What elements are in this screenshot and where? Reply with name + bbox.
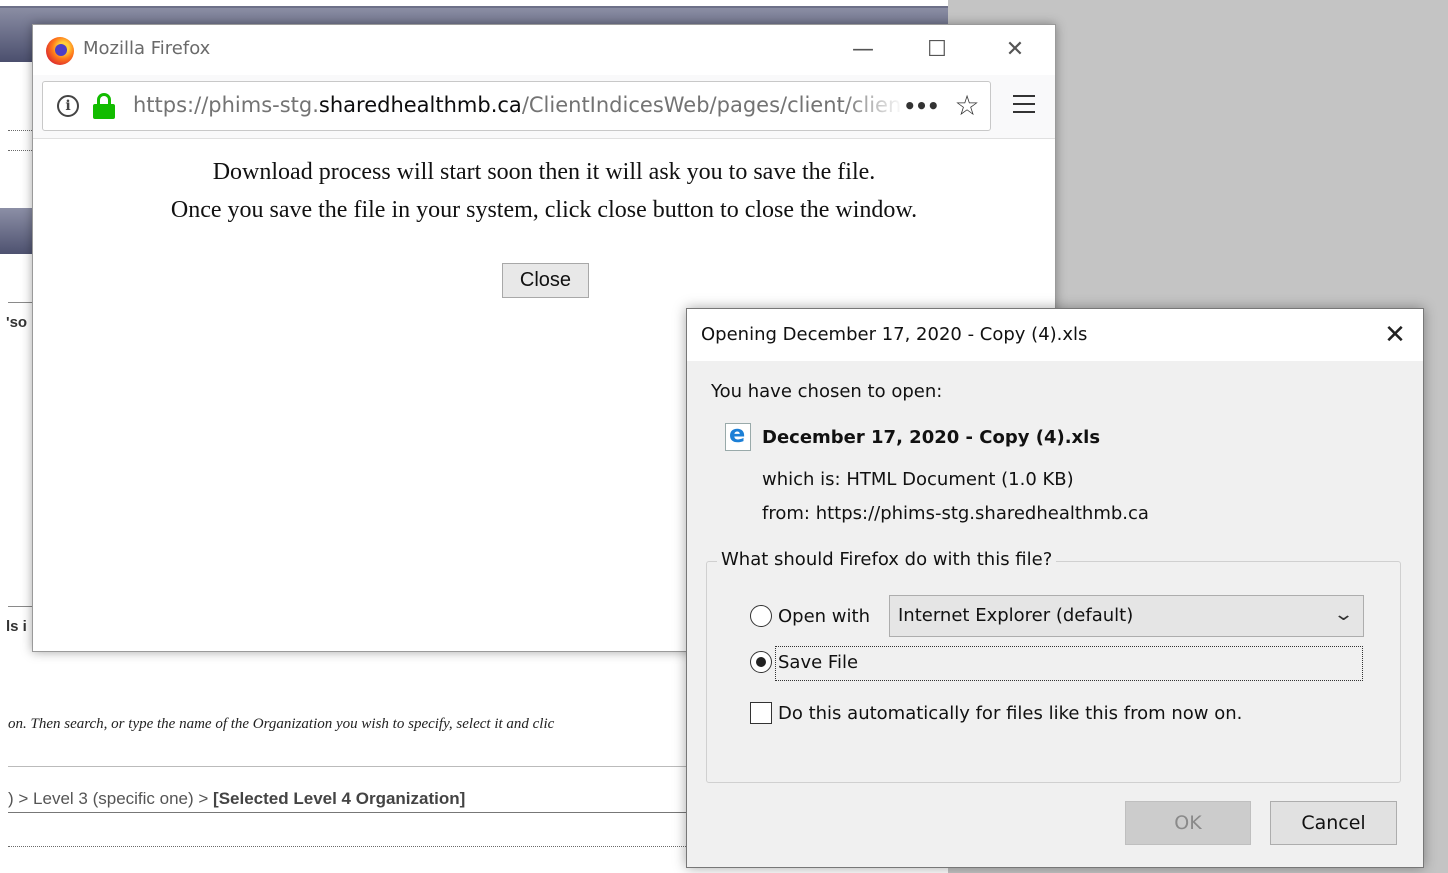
opening-file-dialog: Opening December 17, 2020 - Copy (4).xls… xyxy=(686,308,1424,868)
dialog-body: You have chosen to open: December 17, 20… xyxy=(687,361,1423,867)
open-with-label[interactable]: Open with xyxy=(778,606,870,627)
background-breadcrumb: ) > Level 3 (specific one) > [Selected L… xyxy=(8,789,688,809)
url-prefix: https://phims-stg. xyxy=(133,93,319,117)
window-title: Mozilla Firefox xyxy=(83,38,211,59)
download-message-line2: Once you save the file in your system, c… xyxy=(170,197,918,223)
breadcrumb-selected: [Selected Level 4 Organization] xyxy=(213,789,466,808)
chosen-to-open-label: You have chosen to open: xyxy=(711,381,943,402)
breadcrumb-prefix: ) > Level 3 (specific one) > xyxy=(8,789,214,808)
site-info-icon[interactable]: i xyxy=(57,95,79,117)
file-name: December 17, 2020 - Copy (4).xls xyxy=(762,427,1101,448)
background-rule xyxy=(8,812,688,813)
background-fragment-is: ls i xyxy=(6,618,27,635)
cancel-button[interactable]: Cancel xyxy=(1270,801,1397,845)
lock-icon[interactable] xyxy=(93,93,115,119)
ok-button[interactable]: OK xyxy=(1125,801,1251,845)
firefox-logo-icon xyxy=(46,37,74,65)
which-is-row: which is: HTML Document (1.0 KB) xyxy=(762,469,1074,490)
dialog-titlebar[interactable]: Opening December 17, 2020 - Copy (4).xls… xyxy=(687,309,1423,361)
url-text[interactable]: https://phims-stg.sharedhealthmb.ca/Clie… xyxy=(133,93,903,117)
firefox-titlebar[interactable]: Mozilla Firefox — ☐ ✕ xyxy=(33,25,1055,75)
which-is-value: HTML Document (1.0 KB) xyxy=(846,469,1074,490)
url-fade-overlay xyxy=(843,86,903,126)
window-close-button[interactable]: ✕ xyxy=(991,29,1039,69)
minimize-button[interactable]: — xyxy=(839,29,887,69)
download-message-line1: Download process will start soon then it… xyxy=(212,159,876,185)
from-row: from: https://phims-stg.sharedhealthmb.c… xyxy=(762,503,1149,524)
which-is-label: which is: xyxy=(762,469,841,490)
firefox-toolbar: i https://phims-stg.sharedhealthmb.ca/Cl… xyxy=(33,75,1055,139)
save-file-focus-box[interactable] xyxy=(775,646,1363,681)
dialog-title: Opening December 17, 2020 - Copy (4).xls xyxy=(701,324,1088,345)
auto-label[interactable]: Do this automatically for files like thi… xyxy=(778,703,1242,724)
action-question: What should Firefox do with this file? xyxy=(717,549,1057,570)
hamburger-menu-icon[interactable] xyxy=(1013,95,1035,115)
background-instructions: on. Then search, or type the name of the… xyxy=(8,716,555,732)
background-dotted-line xyxy=(8,846,688,847)
ie-document-icon xyxy=(725,420,751,451)
open-with-radio[interactable] xyxy=(750,605,772,627)
save-file-radio[interactable] xyxy=(750,651,772,673)
open-with-selected-value: Internet Explorer (default) xyxy=(898,605,1134,626)
from-label: from: xyxy=(762,503,810,524)
open-with-select[interactable]: Internet Explorer (default) ⌄ xyxy=(889,595,1364,637)
dialog-close-icon[interactable]: ✕ xyxy=(1373,315,1417,355)
url-domain: sharedhealthmb.ca xyxy=(318,93,522,117)
background-fragment-person: 'so xyxy=(6,314,28,331)
save-file-label[interactable]: Save File xyxy=(778,652,858,673)
background-rule xyxy=(8,766,688,767)
maximize-button[interactable]: ☐ xyxy=(913,29,961,69)
bookmark-star-icon[interactable]: ☆ xyxy=(949,89,985,123)
url-bar[interactable]: i https://phims-stg.sharedhealthmb.ca/Cl… xyxy=(42,81,991,131)
chevron-down-icon: ⌄ xyxy=(1332,604,1355,625)
auto-checkbox[interactable] xyxy=(750,702,772,724)
from-value: https://phims-stg.sharedhealthmb.ca xyxy=(815,503,1149,524)
close-button[interactable]: Close xyxy=(502,263,589,298)
page-actions-icon[interactable]: ••• xyxy=(903,90,939,122)
